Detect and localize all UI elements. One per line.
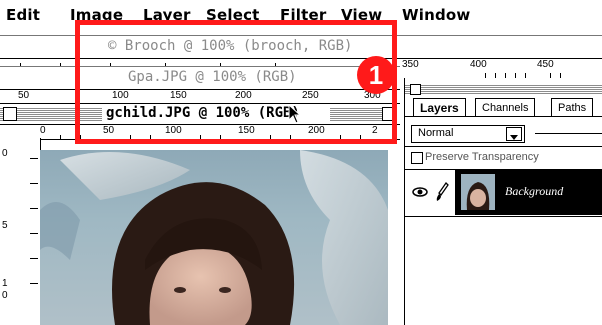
right-ruler-label: 350	[402, 59, 419, 70]
left-ruler-label: 1	[2, 278, 8, 289]
left-ruler-label: 5	[2, 220, 8, 231]
panel-close-box-icon[interactable]	[410, 84, 421, 95]
left-ruler-label: 0	[2, 148, 8, 159]
opacity-slider-line[interactable]	[535, 133, 602, 134]
right-ruler-label: 450	[537, 59, 554, 70]
image-canvas[interactable]	[40, 150, 388, 325]
panel-tabs: Layers Channels Paths	[405, 98, 602, 118]
panel-titlebar[interactable]	[405, 84, 602, 94]
brush-icon[interactable]	[435, 182, 449, 202]
menu-edit[interactable]: Edit	[6, 6, 40, 24]
layer-row[interactable]: Background	[405, 170, 602, 215]
preserve-transparency-label: Preserve Transparency	[425, 151, 539, 163]
tab-paths[interactable]: Paths	[551, 98, 594, 117]
tab-layers[interactable]: Layers	[413, 98, 466, 117]
close-box-icon[interactable]	[3, 107, 17, 121]
right-window-ruler: 350 400 450	[400, 58, 602, 79]
blend-mode-select[interactable]: Normal	[411, 125, 525, 143]
child-photo	[40, 150, 388, 325]
layer-selected-bg: Background	[455, 170, 602, 215]
left-ruler-label: 0	[2, 290, 8, 301]
menu-window[interactable]: Window	[402, 6, 470, 24]
layers-panel: Layers Channels Paths Normal Preserve Tr…	[404, 78, 602, 325]
tab-channels[interactable]: Channels	[475, 98, 536, 117]
callout-highlight-box	[75, 20, 397, 144]
gchild-ruler-label: 0	[40, 125, 46, 136]
callout-number-badge: 1	[357, 56, 395, 94]
gchild-left-ruler: 0 5 1 0	[0, 138, 41, 325]
layer-thumbnail	[461, 174, 495, 210]
eye-icon[interactable]	[412, 186, 428, 198]
right-ruler-label: 400	[470, 59, 487, 70]
blend-mode-value: Normal	[418, 127, 454, 139]
chevron-down-icon[interactable]	[506, 127, 522, 141]
layer-name: Background	[505, 184, 564, 198]
preserve-transparency-checkbox[interactable]	[411, 152, 423, 164]
gpa-ruler-label: 50	[18, 90, 30, 101]
